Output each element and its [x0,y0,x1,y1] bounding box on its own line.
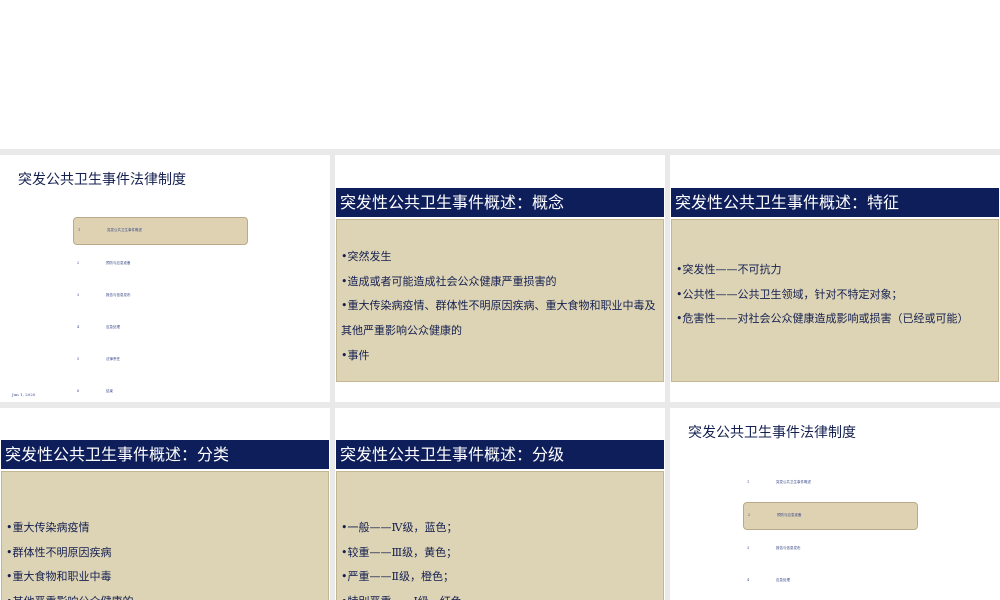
bullet-item: •事件 [341,348,370,362]
agenda-list: 1 突发公共卫生事件概述 2 预防与应急准备 3 报告与信息发布 4 应急处理 [743,470,918,600]
bullet-item: •较重——Ⅲ级，黄色； [341,545,458,559]
bullet-item: •重大传染病疫情 [6,521,90,534]
bullet-item: •重大传染病疫情、群体性不明原因疾病、重大食物和职业中毒及其他严重影响公众健康的 [341,299,656,338]
bullet-item: •特别严重——Ⅰ级，红色 [341,590,657,600]
bullet-list: •重大传染病疫情 •群体性不明原因疾病 •重大食物和职业中毒 •其他严重影响公众… [6,516,322,600]
agenda-item: 2 预防与应急准备 [77,261,131,265]
agenda-item: 1 突发公共卫生事件概述 [73,217,248,245]
content-box: •一般——Ⅳ级，蓝色； •较重——Ⅲ级，黄色； •严重——Ⅱ级，橙色； •特别严… [336,471,664,600]
slide-date: Jun 1, 2020 [12,392,36,397]
agenda-item: 3 报告与信息发布 [77,293,131,297]
slide-thumbnail-features[interactable]: 突发性公共卫生事件概述：特征 •突发性——不可抗力 •公共性——公共卫生领域，针… [670,155,1000,402]
bullet-list: •突然发生 •造成或者可能造成社会公众健康严重损害的 •重大传染病疫情、群体性不… [341,245,657,369]
agenda-item: 1 突发公共卫生事件概述 [747,480,811,484]
bullet-item: •危害性——对社会公众健康造成影响或损害（已经或可能） [676,312,969,326]
content-box: •重大传染病疫情 •群体性不明原因疾病 •重大食物和职业中毒 •其他严重影响公众… [1,471,329,600]
slide-thumbnail-grading[interactable]: 突发性公共卫生事件概述：分级 •一般——Ⅳ级，蓝色； •较重——Ⅲ级，黄色； •… [335,408,665,600]
slide-title: 突发性公共卫生事件概述：分类 [1,440,329,469]
blank-slide-area [0,0,1000,149]
agenda-item: 2 预防与应急准备 [743,502,918,530]
slide-title: 突发性公共卫生事件概述：概念 [336,188,664,217]
agenda-item: 6 结束 [77,389,113,393]
bullet-item: •其他严重影响公众健康的 [6,590,322,600]
slide-title: 突发公共卫生事件法律制度 [18,172,186,188]
slide-title: 突发性公共卫生事件概述：分级 [336,440,664,469]
bullet-item: •重大食物和职业中毒 [6,570,112,584]
slide-thumbnail-concept[interactable]: 突发性公共卫生事件概述：概念 •突然发生 •造成或者可能造成社会公众健康严重损害… [335,155,665,402]
content-box: •突然发生 •造成或者可能造成社会公众健康严重损害的 •重大传染病疫情、群体性不… [336,219,664,382]
bullet-item: •群体性不明原因疾病 [6,545,112,559]
bullet-item: •突然发生 [341,250,392,263]
slide-thumbnail-agenda-1[interactable]: 突发公共卫生事件法律制度 1 突发公共卫生事件概述 2 预防与应急准备 3 报告与信息… [0,155,330,402]
agenda-item: 5 法律责任 [77,357,120,361]
bullet-list: •突发性——不可抗力 •公共性——公共卫生领域，针对不特定对象； •危害性——对… [676,258,992,332]
content-box: •突发性——不可抗力 •公共性——公共卫生领域，针对不特定对象； •危害性——对… [671,219,999,382]
bullet-item: •突发性——不可抗力 [676,263,782,276]
bullet-item: •严重——Ⅱ级，橙色； [341,570,454,584]
bullet-item: •公共性——公共卫生领域，针对不特定对象； [676,287,903,301]
bullet-item: •造成或者可能造成社会公众健康严重损害的 [341,274,557,288]
agenda-list: 1 突发公共卫生事件概述 2 预防与应急准备 3 报告与信息发布 4 应急处理 5 法律责… [73,217,248,402]
agenda-item: 3 报告与信息发布 [747,546,801,550]
agenda-item: 4 应急处理 [747,578,790,582]
bullet-item: •一般——Ⅳ级，蓝色； [341,521,458,534]
agenda-item: 4 应急处理 [77,325,120,329]
slide-thumbnail-classification[interactable]: 突发性公共卫生事件概述：分类 •重大传染病疫情 •群体性不明原因疾病 •重大食物… [0,408,330,600]
bullet-list: •一般——Ⅳ级，蓝色； •较重——Ⅲ级，黄色； •严重——Ⅱ级，橙色； •特别严… [341,516,657,600]
slide-title: 突发性公共卫生事件概述：特征 [671,188,999,217]
slide-thumbnail-agenda-2[interactable]: 突发公共卫生事件法律制度 1 突发公共卫生事件概述 2 预防与应急准备 3 报告与信息… [670,408,1000,600]
slide-title: 突发公共卫生事件法律制度 [688,425,856,441]
